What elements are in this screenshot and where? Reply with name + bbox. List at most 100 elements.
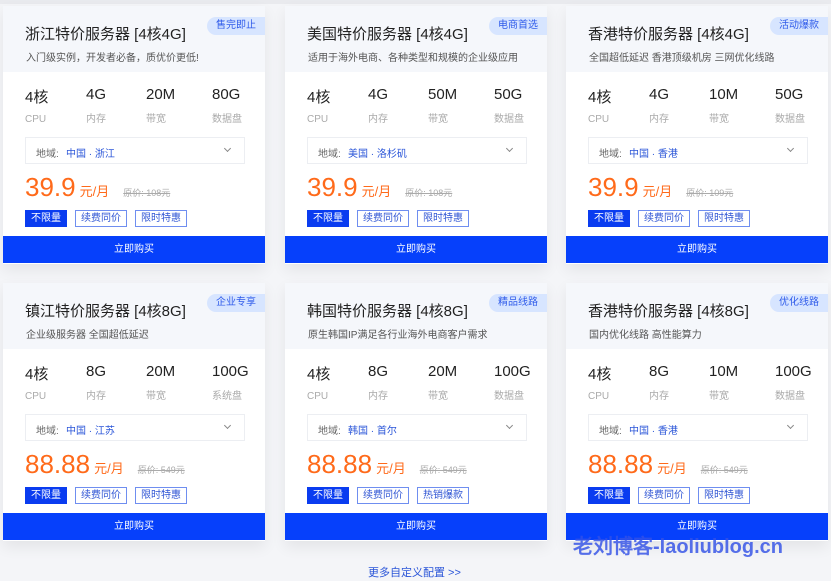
region-select[interactable]: 地域: 中国 · 香港 (588, 137, 808, 164)
spec-bandwidth: 20M 带宽 (146, 363, 175, 402)
tag: 不限量 (25, 487, 67, 504)
region-select[interactable]: 地域: 中国 · 香港 (588, 414, 808, 441)
tag: 限时特惠 (698, 487, 750, 504)
card-title: 香港特价服务器 [4核4G] (588, 26, 749, 43)
card-title: 香港特价服务器 [4核8G] (588, 303, 749, 320)
promo-badge: 活动爆款 (770, 17, 828, 35)
spec-value: 20M (146, 363, 176, 380)
original-price: 原价: 549元 (137, 465, 185, 475)
buy-now-button[interactable]: 立即购买 (285, 513, 547, 540)
spec-value: 8G (649, 363, 670, 380)
card-subtitle: 企业级服务器 全国超低延迟 (26, 330, 149, 341)
spec-label: 内存 (368, 114, 388, 125)
tag: 不限量 (588, 210, 630, 227)
spec-label: 数据盘 (775, 114, 805, 125)
spec-label: CPU (25, 391, 47, 402)
price: 39.9 (588, 172, 639, 202)
spec-memory: 4G 内存 (86, 86, 106, 125)
region-value: 中国 · 浙江 (66, 149, 115, 160)
spec-bandwidth: 50M 带宽 (428, 86, 457, 125)
spec-value: 100G (212, 363, 249, 380)
spec-value: 8G (86, 363, 107, 380)
buy-now-button[interactable]: 立即购买 (285, 236, 547, 263)
spec-cpu: 4核 CPU (307, 363, 330, 402)
price: 88.88 (588, 449, 654, 479)
more-config-link[interactable]: 更多自定义配置 >> (368, 564, 461, 580)
spec-cpu: 4核 CPU (25, 363, 48, 402)
spec-value: 100G (775, 363, 812, 380)
spec-label: 数据盘 (212, 114, 242, 125)
product-card: 香港特价服务器 [4核8G] 国内优化线路 高性能算力 优化线路 4核 CPU … (566, 283, 828, 541)
region-label: 地域: (318, 426, 341, 437)
region-label: 地域: (36, 149, 59, 160)
price: 88.88 (307, 449, 373, 479)
tag-list: 不限量 续费同价 限时特惠 (307, 208, 477, 227)
spec-cpu: 4核 CPU (307, 86, 330, 125)
product-card: 镇江特价服务器 [4核8G] 企业级服务器 全国超低延迟 企业专享 4核 CPU… (3, 283, 265, 541)
region-select[interactable]: 地域: 美国 · 洛杉矶 (307, 137, 527, 164)
buy-now-button[interactable]: 立即购买 (3, 236, 265, 263)
spec-list: 4核 CPU 8G 内存 20M 带宽 100G 数据盘 (307, 363, 537, 403)
spec-label: 带宽 (146, 391, 166, 402)
spec-label: CPU (588, 114, 610, 125)
product-card: 韩国特价服务器 [4核8G] 原生韩国IP满足各行业海外电商客户需求 精品线路 … (285, 283, 547, 541)
price-unit: 元/月 (657, 461, 687, 476)
tag: 续费同价 (357, 487, 409, 504)
region-label: 地域: (599, 149, 622, 160)
top-divider (0, 0, 831, 4)
spec-value: 10M (709, 86, 739, 103)
region-select[interactable]: 地域: 中国 · 江苏 (25, 414, 245, 441)
price-unit: 元/月 (376, 461, 406, 476)
tag: 限时特惠 (417, 210, 469, 227)
buy-now-button[interactable]: 立即购买 (3, 513, 265, 540)
tag: 续费同价 (75, 487, 127, 504)
spec-label: 带宽 (428, 391, 448, 402)
spec-value: 4核 (588, 366, 612, 383)
buy-now-button[interactable]: 立即购买 (566, 236, 828, 263)
tag: 限时特惠 (135, 210, 187, 227)
watermark: 老刘博客-laoliublog.cn (573, 536, 783, 558)
spec-disk: 100G 数据盘 (494, 363, 531, 402)
spec-cpu: 4核 CPU (588, 86, 611, 125)
spec-list: 4核 CPU 8G 内存 10M 带宽 100G 数据盘 (588, 363, 818, 403)
tag: 限时特惠 (698, 210, 750, 227)
original-price: 原价: 549元 (700, 465, 748, 475)
card-header: 美国特价服务器 [4核4G] 适用于海外电商、各种类型和规模的企业级应用 电商首… (285, 6, 547, 72)
region-value: 美国 · 洛杉矶 (348, 149, 407, 160)
spec-value: 4核 (25, 89, 49, 106)
price-unit: 元/月 (79, 184, 110, 199)
card-title: 镇江特价服务器 [4核8G] (25, 303, 186, 320)
promo-badge: 企业专享 (207, 294, 265, 312)
card-subtitle: 原生韩国IP满足各行业海外电商客户需求 (308, 330, 488, 341)
region-select[interactable]: 地域: 韩国 · 首尔 (307, 414, 527, 441)
spec-value: 4G (649, 86, 670, 103)
spec-bandwidth: 20M 带宽 (146, 86, 175, 125)
region-label: 地域: (318, 149, 341, 160)
spec-value: 8G (368, 363, 389, 380)
chevron-down-icon (505, 421, 514, 430)
spec-value: 50G (494, 86, 523, 103)
promo-badge: 精品线路 (489, 294, 547, 312)
spec-label: 数据盘 (494, 391, 524, 402)
price-unit: 元/月 (94, 461, 124, 476)
card-title: 韩国特价服务器 [4核8G] (307, 303, 468, 320)
spec-label: CPU (307, 391, 329, 402)
card-title: 美国特价服务器 [4核4G] (307, 26, 468, 43)
spec-list: 4核 CPU 8G 内存 20M 带宽 100G 系统盘 (25, 363, 255, 403)
spec-label: CPU (307, 114, 329, 125)
chevron-down-icon (223, 144, 232, 153)
spec-memory: 4G 内存 (649, 86, 669, 125)
tag-list: 不限量 续费同价 限时特惠 (588, 485, 758, 504)
tag: 热销爆款 (417, 487, 469, 504)
spec-label: 内存 (86, 391, 106, 402)
spec-value: 20M (428, 363, 458, 380)
spec-value: 4核 (588, 89, 612, 106)
original-price: 原价: 549元 (419, 465, 467, 475)
spec-label: 内存 (649, 391, 669, 402)
tag-list: 不限量 续费同价 热销爆款 (307, 485, 477, 504)
region-select[interactable]: 地域: 中国 · 浙江 (25, 137, 245, 164)
spec-value: 50M (428, 86, 458, 103)
tag-list: 不限量 续费同价 限时特惠 (25, 208, 195, 227)
price-row: 39.9 元/月 原价: 108元 (25, 172, 170, 204)
spec-bandwidth: 10M 带宽 (709, 86, 738, 125)
